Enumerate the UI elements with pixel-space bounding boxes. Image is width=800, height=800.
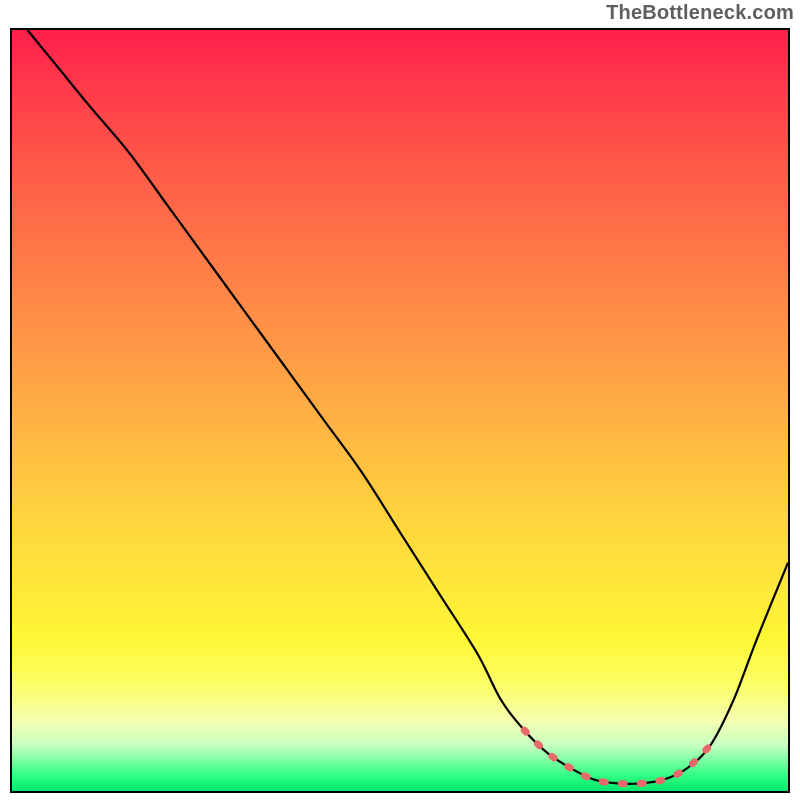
optimal-range-marker [524,730,710,784]
attribution-text: TheBottleneck.com [606,2,794,25]
chart-area [10,28,790,793]
curve-layer [12,30,788,791]
bottleneck-curve [28,30,789,784]
